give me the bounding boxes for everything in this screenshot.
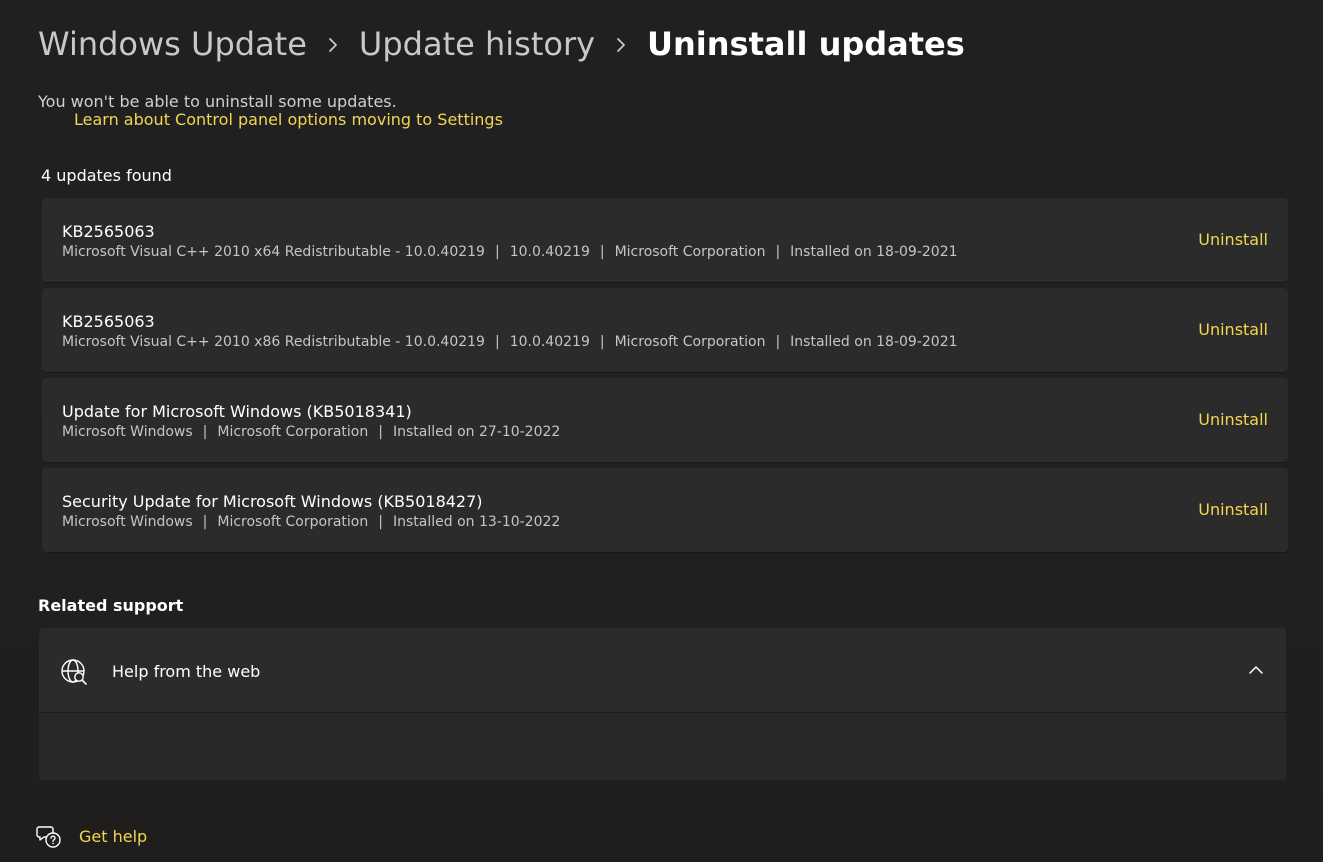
control-panel-settings-link[interactable]: Learn about Control panel options moving… xyxy=(74,110,503,129)
update-title: KB2565063 xyxy=(62,222,155,241)
meta-separator: | xyxy=(494,334,500,350)
breadcrumb: Windows Update Update history Uninstall … xyxy=(38,22,965,66)
update-installed-date: Installed on 13-10-2022 xyxy=(392,514,561,530)
update-installed-date: Installed on 18-09-2021 xyxy=(790,334,958,350)
update-row: Update for Microsoft Windows (KB5018341)… xyxy=(42,378,1288,462)
update-title: Security Update for Microsoft Windows (K… xyxy=(62,492,483,511)
update-meta: Microsoft Visual C++ 2010 x64 Redistribu… xyxy=(62,244,958,260)
meta-separator: | xyxy=(599,334,605,350)
update-installed-date: Installed on 27-10-2022 xyxy=(392,424,561,440)
meta-separator: | xyxy=(202,424,208,440)
meta-separator: | xyxy=(378,424,383,440)
chevron-up-icon[interactable] xyxy=(1248,662,1264,678)
update-publisher: Microsoft Corporation xyxy=(614,244,766,260)
settings-page: Windows Update Update history Uninstall … xyxy=(0,0,1323,862)
meta-separator: | xyxy=(775,244,781,260)
related-support-heading: Related support xyxy=(38,596,184,615)
update-row: Security Update for Microsoft Windows (K… xyxy=(42,468,1288,552)
meta-separator: | xyxy=(775,334,781,350)
update-row: KB2565063 Microsoft Visual C++ 2010 x64 … xyxy=(42,198,1288,282)
update-row: KB2565063 Microsoft Visual C++ 2010 x86 … xyxy=(42,288,1288,372)
update-title: KB2565063 xyxy=(62,312,155,331)
updates-list: KB2565063 Microsoft Visual C++ 2010 x64 … xyxy=(42,198,1288,558)
help-from-web-title: Help from the web xyxy=(112,662,261,681)
page-subtitle: You won't be able to uninstall some upda… xyxy=(38,92,397,111)
breadcrumb-update-history[interactable]: Update history xyxy=(359,22,595,66)
meta-separator: | xyxy=(599,244,605,260)
update-installed-date: Installed on 18-09-2021 xyxy=(790,244,958,260)
update-product: Microsoft Windows xyxy=(62,514,193,530)
update-publisher: Microsoft Corporation xyxy=(614,334,766,350)
update-product: Microsoft Visual C++ 2010 x64 Redistribu… xyxy=(62,244,485,260)
meta-separator: | xyxy=(202,514,208,530)
update-meta: Microsoft Windows | Microsoft Corporation |… xyxy=(62,424,560,440)
update-meta: Microsoft Windows | Microsoft Corporation |… xyxy=(62,514,560,530)
update-version: 10.0.40219 xyxy=(509,334,590,350)
help-chat-icon xyxy=(36,826,61,848)
globe-search-icon xyxy=(61,659,87,685)
update-publisher: Microsoft Corporation xyxy=(217,514,369,530)
breadcrumb-windows-update[interactable]: Windows Update xyxy=(38,22,307,66)
help-from-web-header[interactable]: Help from the web xyxy=(39,628,1286,713)
uninstall-button[interactable]: Uninstall xyxy=(1198,410,1268,429)
get-help-link[interactable]: Get help xyxy=(79,827,147,846)
page-title: Uninstall updates xyxy=(647,25,965,63)
update-meta: Microsoft Visual C++ 2010 x86 Redistribu… xyxy=(62,334,958,350)
update-publisher: Microsoft Corporation xyxy=(217,424,369,440)
help-from-web-content xyxy=(39,713,1286,780)
update-product: Microsoft Windows xyxy=(62,424,193,440)
get-help[interactable]: Get help xyxy=(36,822,147,850)
uninstall-button[interactable]: Uninstall xyxy=(1198,320,1268,339)
updates-count: 4 updates found xyxy=(41,166,172,185)
update-title: Update for Microsoft Windows (KB5018341) xyxy=(62,402,412,421)
chevron-right-icon xyxy=(595,22,647,66)
help-from-web-card: Help from the web xyxy=(39,628,1286,780)
update-product: Microsoft Visual C++ 2010 x86 Redistribu… xyxy=(62,334,485,350)
meta-separator: | xyxy=(378,514,383,530)
meta-separator: | xyxy=(494,244,500,260)
uninstall-button[interactable]: Uninstall xyxy=(1198,230,1268,249)
chevron-right-icon xyxy=(307,22,359,66)
update-version: 10.0.40219 xyxy=(509,244,590,260)
uninstall-button[interactable]: Uninstall xyxy=(1198,500,1268,519)
